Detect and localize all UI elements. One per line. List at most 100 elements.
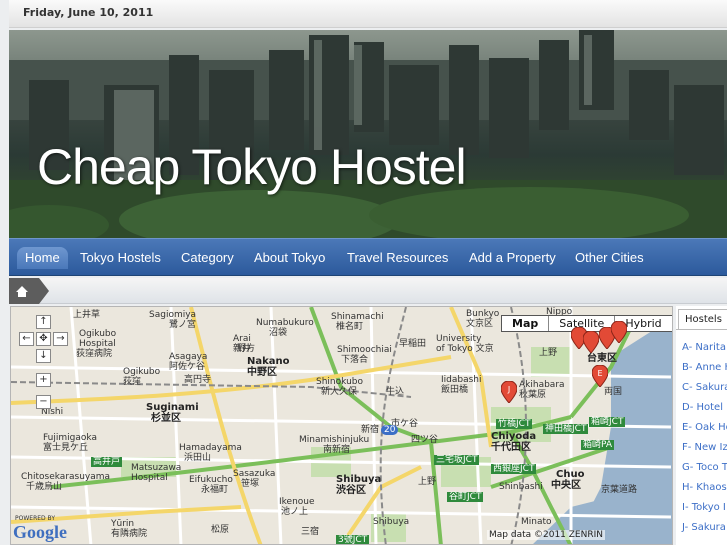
map-label: Chiyoda	[491, 431, 537, 442]
map-label: 中央区	[551, 480, 581, 491]
nav-category[interactable]: Category	[173, 247, 242, 269]
map-label: Fujimigaoka	[43, 433, 97, 443]
map-label: 飯田橋	[441, 385, 469, 395]
hostel-list-item[interactable]: F- New Iz	[682, 442, 727, 453]
map-label: Shimoochiai	[337, 345, 392, 355]
hostel-list-item[interactable]: C- Sakura	[682, 382, 727, 393]
breadcrumb	[9, 278, 727, 304]
map-label: 牛込	[386, 387, 405, 397]
map-pin[interactable]	[611, 321, 627, 343]
map-label: 秋葉原	[519, 390, 547, 400]
map-label: 早稲田	[399, 339, 427, 349]
map-label: Minamishinjuku	[299, 435, 370, 445]
nav-add-property[interactable]: Add a Property	[461, 247, 564, 269]
map-label: 谷町JCT	[447, 492, 484, 502]
map-label: 荻窪	[123, 377, 142, 387]
nav-tokyo-hostels[interactable]: Tokyo Hostels	[72, 247, 169, 269]
nav-home[interactable]: Home	[17, 247, 68, 269]
tab-divider	[676, 329, 727, 330]
pan-center-button[interactable]: ✥	[36, 332, 51, 346]
nav-travel-resources[interactable]: Travel Resources	[339, 247, 456, 269]
google-logo[interactable]: Google	[13, 522, 67, 543]
map-label: Asagaya	[169, 352, 208, 362]
map-label: 有隣病院	[111, 529, 148, 539]
map-label: 上野	[418, 477, 437, 487]
map-label: 杉並区	[151, 413, 181, 424]
hostel-list-item[interactable]: B- Anne H	[682, 362, 727, 373]
map-label: Nakano	[247, 356, 290, 367]
map-label: 神田橋JCT	[543, 424, 589, 434]
hostel-list-item[interactable]: I- Tokyo I	[682, 502, 726, 513]
map-label: 南新宿	[323, 445, 351, 455]
hostel-list-item[interactable]: G- Toco T	[682, 462, 727, 473]
map-label: 三宿	[301, 527, 320, 537]
hostel-list-item[interactable]: A- Narita	[682, 342, 726, 353]
map-label: 新宿	[361, 425, 380, 435]
map-label: Hospital	[131, 473, 168, 483]
map-label: Chitosekarasuyama	[21, 472, 111, 482]
hostel-list-panel: Hostels A- Narita B- Anne H C- Sakura D-…	[676, 306, 727, 545]
map-label: 箱崎JCT	[589, 417, 626, 427]
zoom-out-button[interactable]: −	[36, 395, 51, 409]
map-type-map[interactable]: Map	[502, 316, 548, 331]
map-label: Hospital	[79, 339, 116, 349]
svg-text:E: E	[597, 369, 602, 378]
hostel-list-item[interactable]: E- Oak Ho	[682, 422, 727, 433]
map-label: Ogikubo	[79, 329, 117, 339]
map-label: Matsuzawa	[131, 463, 182, 473]
post-date: Friday, June 10, 2011	[23, 6, 154, 19]
map-label: 松原	[211, 525, 230, 535]
map-label: Suginami	[146, 402, 199, 413]
map-label: Bunkyo	[466, 309, 500, 319]
pan-right-button[interactable]: →	[53, 332, 68, 346]
nav-about-tokyo[interactable]: About Tokyo	[246, 247, 333, 269]
map-label: 千代田区	[491, 442, 531, 453]
map-label: Iidabashi	[441, 375, 482, 385]
map-label: Ikenoue	[279, 497, 315, 507]
map-label: 下落合	[341, 355, 369, 365]
map-label: 野方	[237, 344, 256, 354]
hostel-list-item[interactable]: D- Hotel N	[682, 402, 727, 413]
map-label: 富士見ケ丘	[43, 443, 89, 453]
map-label: Shinamachi	[331, 312, 384, 322]
hostel-map[interactable]: 上井草 Sagiomiya 鷺ノ宮 Numabukuro 沼袋 Shinamac…	[10, 306, 673, 545]
map-label: of Tokyo 文京	[436, 344, 494, 354]
map-label: Yūrin	[111, 519, 135, 529]
map-label: Shinbashi	[499, 482, 543, 492]
header-banner: Cheap Tokyo Hostel	[9, 30, 727, 238]
map-label: 竹橋JCT	[496, 419, 533, 429]
tab-hostels[interactable]: Hostels	[678, 309, 727, 329]
map-label: 京葉道路	[601, 485, 638, 495]
pan-down-button[interactable]: ↓	[36, 349, 51, 363]
map-label: 新大久保	[321, 387, 358, 397]
map-label: 鷺ノ宮	[169, 320, 197, 330]
map-label: 阿佐ケ谷	[169, 362, 206, 372]
map-label: 浜田山	[184, 453, 212, 463]
map-label: University	[436, 334, 482, 344]
map-label: Shinokubo	[316, 377, 363, 387]
map-label: Chuo	[556, 469, 585, 480]
map-label: Numabukuro	[256, 318, 314, 328]
map-pin[interactable]	[583, 331, 599, 353]
zoom-in-button[interactable]: +	[36, 373, 51, 387]
hostel-list-item[interactable]: J- Sakura	[682, 522, 726, 533]
nav-other-cities[interactable]: Other Cities	[567, 247, 652, 269]
map-label: Shibuya	[373, 517, 410, 527]
map-label: 四ツ谷	[411, 435, 439, 445]
map-label: 池ノ上	[281, 507, 309, 517]
map-label: 渋谷区	[336, 485, 366, 496]
map-label: 沼袋	[269, 328, 288, 338]
hostel-list-item[interactable]: H- Khaos	[682, 482, 727, 493]
map-label: Minato	[521, 517, 552, 527]
page: Friday, June 10, 2011 Cheap Tokyo Hostel…	[0, 0, 727, 545]
blog-title[interactable]: Cheap Tokyo Hostel	[37, 138, 467, 196]
map-pin-e[interactable]: E	[592, 365, 608, 387]
pan-left-button[interactable]: ←	[19, 332, 34, 346]
pan-up-button[interactable]: ↑	[36, 315, 51, 329]
svg-text:J: J	[507, 385, 510, 394]
powered-by-label: POWERED BY	[15, 515, 56, 522]
home-icon	[16, 286, 28, 297]
map-label: Shibuya	[336, 474, 382, 485]
map-pin-j[interactable]: J	[501, 381, 517, 403]
home-breadcrumb[interactable]	[9, 278, 49, 304]
